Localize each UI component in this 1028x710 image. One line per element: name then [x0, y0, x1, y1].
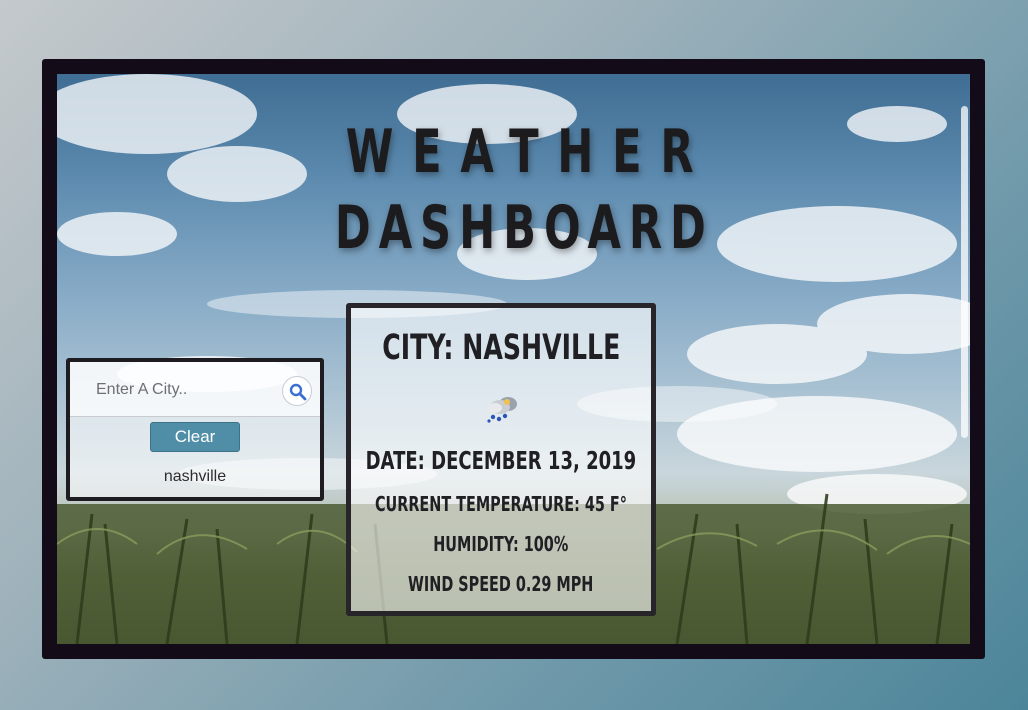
weather-date: Date: December 13, 2019: [365, 446, 637, 475]
page-viewport: WEATHER DASHBOARD Clear nashville City: …: [57, 74, 970, 644]
snow-rain-cloud-icon: [487, 397, 517, 423]
search-button[interactable]: [282, 376, 312, 406]
search-history-item[interactable]: nashville: [70, 468, 320, 486]
city-search-input[interactable]: [94, 377, 278, 403]
humidity: Humidity: 100%: [433, 532, 569, 556]
search-row: [70, 362, 320, 417]
scrollbar-thumb[interactable]: [961, 106, 968, 438]
search-panel: Clear nashville: [66, 358, 324, 501]
page-title: WEATHER DASHBOARD: [327, 114, 714, 266]
current-weather-card: City: Nashville Date: December 13, 2019 …: [346, 303, 656, 616]
city-name: City: Nashville: [381, 328, 621, 368]
search-icon: [289, 383, 307, 401]
clear-button[interactable]: Clear: [150, 422, 240, 452]
browser-frame: WEATHER DASHBOARD Clear nashville City: …: [42, 59, 985, 659]
wind-speed: Wind Speed 0.29 MPH: [408, 572, 594, 596]
title-line-weather: WEATHER: [345, 117, 713, 187]
current-temperature: Current Temperature: 45 F°: [375, 492, 627, 516]
title-line-dashboard: DASHBOARD: [334, 193, 714, 263]
